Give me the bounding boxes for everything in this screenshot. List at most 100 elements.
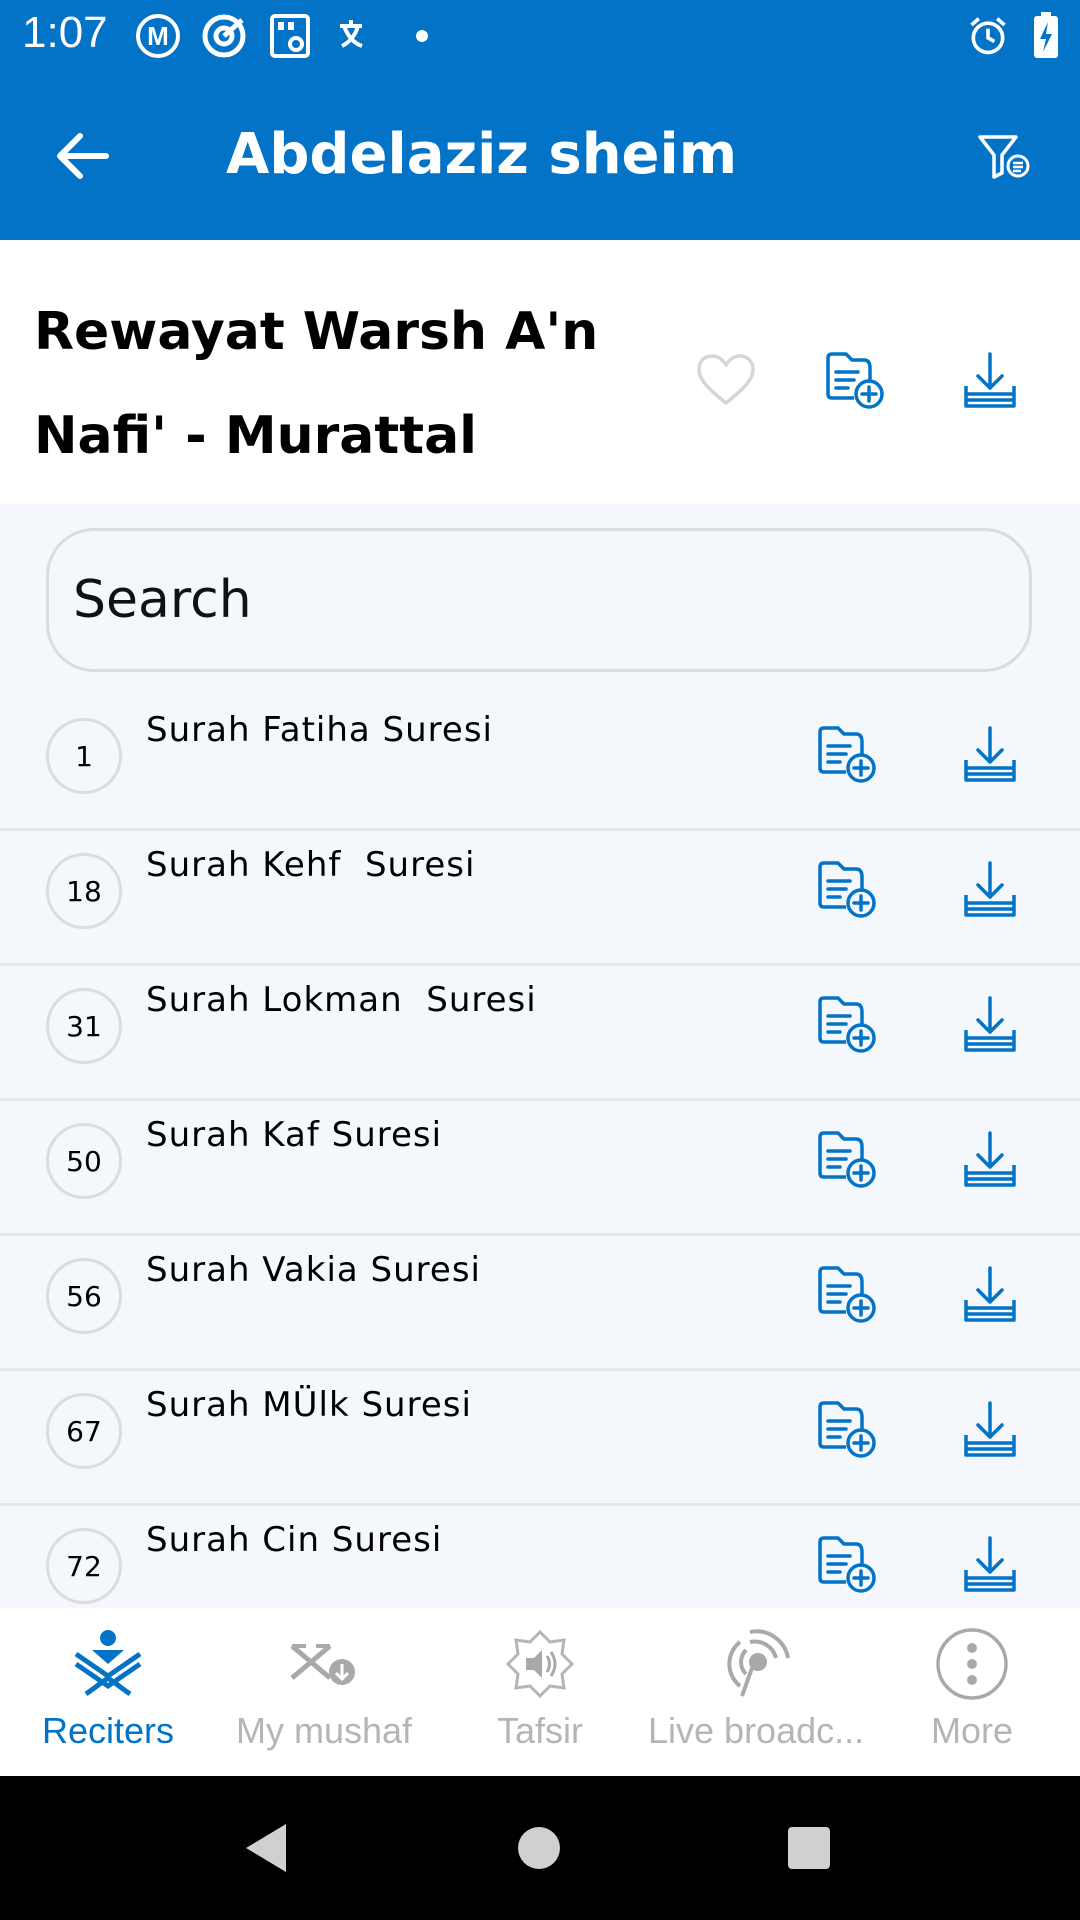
add-to-playlist-button[interactable] bbox=[808, 716, 888, 796]
surah-number: 50 bbox=[46, 1123, 122, 1199]
status-icons-left: M bbox=[134, 12, 446, 60]
surah-name: Surah Vakia Suresi bbox=[146, 1250, 481, 1290]
tafsir-speaker-icon bbox=[432, 1622, 648, 1706]
filter-button[interactable] bbox=[964, 122, 1044, 192]
system-back-button[interactable] bbox=[230, 1812, 302, 1884]
add-to-playlist-button[interactable] bbox=[816, 340, 896, 420]
broadcast-icon bbox=[648, 1622, 864, 1706]
folder-add-icon bbox=[816, 1399, 880, 1463]
status-bar: 1:07 M bbox=[0, 0, 1080, 72]
system-recents-button[interactable] bbox=[773, 1812, 845, 1884]
folder-add-icon bbox=[826, 352, 884, 409]
surah-row[interactable]: 31 Surah Lokman Suresi bbox=[0, 966, 1080, 1101]
surah-number: 56 bbox=[46, 1258, 122, 1334]
collection-title: Rewayat Warsh A'n Nafi' - Murattal bbox=[34, 302, 599, 466]
download-button[interactable] bbox=[950, 986, 1030, 1066]
surah-name: Surah MÜlk Suresi bbox=[146, 1385, 472, 1425]
mushaf-icon bbox=[216, 1622, 432, 1706]
folder-add-icon bbox=[816, 994, 880, 1058]
bottom-nav: Reciters My mushaf Tafsir Live broadc...… bbox=[0, 1608, 1080, 1776]
folder-add-icon bbox=[816, 1129, 880, 1193]
nav-tafsir[interactable]: Tafsir bbox=[432, 1608, 648, 1776]
folder-add-icon bbox=[816, 1534, 880, 1598]
search-input[interactable] bbox=[46, 528, 1032, 672]
surah-name: Surah Cin Suresi bbox=[146, 1520, 443, 1560]
dot-icon bbox=[416, 30, 428, 42]
add-to-playlist-button[interactable] bbox=[808, 1526, 888, 1606]
collection-header: Rewayat Warsh A'n Nafi' - Murattal bbox=[0, 240, 1080, 504]
nav-more[interactable]: More bbox=[864, 1608, 1080, 1776]
surah-name: Surah Fatiha Suresi bbox=[146, 710, 493, 750]
status-icons-right bbox=[966, 12, 1060, 60]
nav-live-broadcast[interactable]: Live broadc... bbox=[648, 1608, 864, 1776]
surah-row[interactable]: 72 Surah Cin Suresi bbox=[0, 1506, 1080, 1608]
download-button[interactable] bbox=[950, 1391, 1030, 1471]
alarm-icon bbox=[970, 17, 1006, 55]
download-icon bbox=[960, 724, 1020, 788]
download-button[interactable] bbox=[950, 1526, 1030, 1606]
surah-number: 18 bbox=[46, 853, 122, 929]
download-icon bbox=[960, 994, 1020, 1058]
surah-name: Surah Kaf Suresi bbox=[146, 1115, 443, 1155]
download-button[interactable] bbox=[950, 851, 1030, 931]
surah-row[interactable]: 67 Surah MÜlk Suresi bbox=[0, 1371, 1080, 1506]
download-icon bbox=[960, 1264, 1020, 1328]
nav-my-mushaf[interactable]: My mushaf bbox=[216, 1608, 432, 1776]
filter-list-icon bbox=[978, 135, 1030, 179]
folder-add-icon bbox=[816, 724, 880, 788]
surah-name: Surah Kehf Suresi bbox=[146, 845, 476, 885]
svg-text:M: M bbox=[147, 21, 169, 51]
status-time: 1:07 bbox=[22, 8, 108, 57]
arrow-left-icon bbox=[57, 133, 109, 179]
folder-add-icon bbox=[816, 1264, 880, 1328]
surah-row[interactable]: 18 Surah Kehf Suresi bbox=[0, 831, 1080, 966]
triangle-back-icon bbox=[246, 1824, 286, 1872]
surah-number: 31 bbox=[46, 988, 122, 1064]
system-nav-bar bbox=[0, 1776, 1080, 1920]
back-button[interactable] bbox=[40, 120, 124, 192]
download-button[interactable] bbox=[950, 1121, 1030, 1201]
surah-list-area: 1 Surah Fatiha Suresi 18 Surah Kehf Suresi 3… bbox=[0, 504, 1080, 1608]
surah-number: 67 bbox=[46, 1393, 122, 1469]
add-to-playlist-button[interactable] bbox=[808, 1121, 888, 1201]
download-all-button[interactable] bbox=[950, 340, 1030, 420]
surah-number: 1 bbox=[46, 718, 122, 794]
add-to-playlist-button[interactable] bbox=[808, 986, 888, 1066]
m-badge-icon: M bbox=[136, 14, 180, 58]
nav-label-reciters: Reciters bbox=[41, 1710, 175, 1751]
download-icon bbox=[960, 1534, 1020, 1598]
add-to-playlist-button[interactable] bbox=[808, 1391, 888, 1471]
app-bar: Abdelaziz sheim bbox=[0, 72, 1080, 240]
surah-row[interactable]: 50 Surah Kaf Suresi bbox=[0, 1101, 1080, 1236]
circle-home-icon bbox=[518, 1827, 560, 1869]
surah-row[interactable]: 56 Surah Vakia Suresi bbox=[0, 1236, 1080, 1371]
surah-number: 72 bbox=[46, 1528, 122, 1604]
system-home-button[interactable] bbox=[503, 1812, 575, 1884]
download-icon bbox=[960, 859, 1020, 923]
translate-icon bbox=[340, 20, 363, 48]
download-icon bbox=[960, 1129, 1020, 1193]
more-dots-icon bbox=[864, 1622, 1080, 1706]
nav-label-more: More bbox=[930, 1710, 1014, 1751]
sim-storage-icon bbox=[270, 14, 310, 58]
battery-charging-icon bbox=[1034, 12, 1058, 58]
add-to-playlist-button[interactable] bbox=[808, 1256, 888, 1336]
surah-name: Surah Lokman Suresi bbox=[146, 980, 537, 1020]
nav-reciters[interactable]: Reciters bbox=[0, 1608, 216, 1776]
add-to-playlist-button[interactable] bbox=[808, 851, 888, 931]
nav-label-my-mushaf: My mushaf bbox=[235, 1710, 413, 1751]
nav-label-live-broadcast: Live broadc... bbox=[648, 1710, 864, 1751]
download-icon bbox=[960, 1399, 1020, 1463]
target-icon bbox=[202, 14, 246, 58]
download-icon bbox=[964, 352, 1016, 408]
download-button[interactable] bbox=[950, 1256, 1030, 1336]
favorite-button[interactable] bbox=[686, 340, 766, 420]
download-button[interactable] bbox=[950, 716, 1030, 796]
reciter-icon bbox=[0, 1622, 216, 1706]
folder-add-icon bbox=[816, 859, 880, 923]
page-title: Abdelaziz sheim bbox=[226, 122, 738, 187]
heart-outline-icon bbox=[697, 354, 755, 405]
nav-label-tafsir: Tafsir bbox=[496, 1710, 583, 1751]
square-recents-icon bbox=[788, 1827, 830, 1869]
surah-row[interactable]: 1 Surah Fatiha Suresi bbox=[0, 696, 1080, 831]
